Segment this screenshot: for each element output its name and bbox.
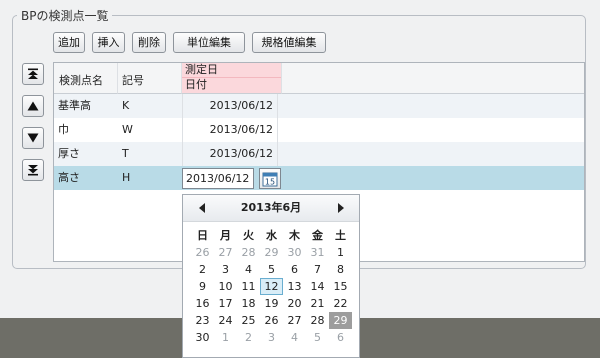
calendar-day[interactable]: 18: [237, 295, 260, 312]
calendar-day[interactable]: 31: [306, 244, 329, 261]
standard-value-edit-button[interactable]: 規格値編集: [252, 32, 326, 53]
calendar-popup[interactable]: 2013年6月 日月火水木金土 26 27 28 29 30 31 1 2 3 4 5 6 7 8 9 10 11…: [182, 194, 360, 358]
calendar-day[interactable]: 11: [237, 278, 260, 295]
calendar-day[interactable]: 4: [237, 261, 260, 278]
calendar-day[interactable]: 1: [214, 329, 237, 346]
column-header-code[interactable]: 記号: [118, 63, 182, 94]
calendar-icon: 15: [262, 172, 278, 186]
weekday-header: 土: [335, 229, 346, 242]
move-bottom-button[interactable]: [22, 159, 44, 181]
calendar-day[interactable]: 4: [283, 329, 306, 346]
weekday-header: 月: [220, 229, 231, 242]
weekday-header: 日: [197, 229, 208, 242]
cell-code: T: [122, 147, 129, 160]
table-row-selected[interactable]: 高さ H: [54, 166, 584, 190]
calendar-day-grid: 日月火水木金土 26 27 28 29 30 31 1 2 3 4 5 6 7 8 9 10 11 12 13 14 15…: [191, 227, 352, 346]
cell-code: H: [122, 171, 131, 184]
calendar-day[interactable]: 16: [191, 295, 214, 312]
insert-button[interactable]: 挿入: [92, 32, 125, 53]
calendar-month-title[interactable]: 2013年6月: [213, 195, 329, 221]
table-row[interactable]: 厚さ T 2013/06/12: [54, 142, 584, 166]
delete-button[interactable]: 削除: [132, 32, 166, 53]
move-down-button[interactable]: [22, 127, 44, 149]
calendar-day[interactable]: 27: [214, 244, 237, 261]
calendar-day[interactable]: 15: [329, 278, 352, 295]
calendar-day[interactable]: 26: [191, 244, 214, 261]
calendar-day[interactable]: 6: [329, 329, 352, 346]
cell-name: 巾: [58, 123, 69, 136]
table-row[interactable]: 基準高 K 2013/06/12: [54, 94, 584, 118]
cell-date: 2013/06/12: [182, 118, 278, 142]
group-title: BPの検測点一覧: [21, 9, 109, 23]
calendar-day[interactable]: 30: [283, 244, 306, 261]
calendar-day[interactable]: 1: [329, 244, 352, 261]
weekday-header: 水: [266, 229, 277, 242]
cell-code: K: [122, 99, 130, 112]
calendar-day[interactable]: 25: [237, 312, 260, 329]
move-top-button[interactable]: [22, 63, 44, 85]
calendar-day[interactable]: 24: [214, 312, 237, 329]
date-input[interactable]: 2013/06/12: [182, 168, 254, 189]
calendar-day[interactable]: 2: [237, 329, 260, 346]
prev-month-button[interactable]: [195, 201, 209, 215]
date-header-top: 測定日: [182, 63, 281, 78]
calendar-day[interactable]: 13: [283, 278, 306, 295]
calendar-dropdown-button[interactable]: 15: [259, 168, 281, 189]
cell-date: 2013/06/12: [182, 94, 278, 118]
calendar-day[interactable]: 29: [260, 244, 283, 261]
calendar-day[interactable]: 12: [260, 278, 283, 295]
calendar-day[interactable]: 14: [306, 278, 329, 295]
calendar-day[interactable]: 2: [191, 261, 214, 278]
cell-code: W: [122, 123, 133, 136]
calendar-day[interactable]: 22: [329, 295, 352, 312]
chevron-left-icon: [199, 203, 205, 213]
column-header-name[interactable]: 検測点名: [54, 63, 118, 94]
cell-name: 基準高: [58, 99, 91, 112]
calendar-day[interactable]: 23: [191, 312, 214, 329]
chevron-right-icon: [338, 203, 344, 213]
calendar-day[interactable]: 27: [283, 312, 306, 329]
column-header-filler: [282, 63, 584, 94]
calendar-day[interactable]: 3: [260, 329, 283, 346]
move-bottom-icon: [28, 165, 38, 176]
calendar-day[interactable]: 5: [260, 261, 283, 278]
next-month-button[interactable]: [334, 201, 348, 215]
calendar-day[interactable]: 6: [283, 261, 306, 278]
calendar-day[interactable]: 8: [329, 261, 352, 278]
cell-date: 2013/06/12: [182, 142, 278, 166]
calendar-day[interactable]: 30: [191, 329, 214, 346]
calendar-icon-day: 15: [265, 177, 275, 186]
weekday-header: 火: [243, 229, 254, 242]
add-button[interactable]: 追加: [53, 32, 85, 53]
calendar-day[interactable]: 20: [283, 295, 306, 312]
move-top-icon: [28, 68, 38, 79]
weekday-header: 金: [312, 229, 323, 242]
calendar-day[interactable]: 29: [329, 312, 352, 329]
calendar-header: 2013年6月: [183, 195, 359, 222]
cell-name: 厚さ: [58, 147, 80, 160]
calendar-day[interactable]: 17: [214, 295, 237, 312]
arrow-up-icon: [27, 101, 39, 111]
unit-edit-button[interactable]: 単位編集: [173, 32, 245, 53]
date-header-bottom: 日付: [182, 78, 281, 93]
calendar-day[interactable]: 19: [260, 295, 283, 312]
cell-name: 高さ: [58, 171, 80, 184]
move-up-button[interactable]: [22, 95, 44, 117]
table-row[interactable]: 巾 W 2013/06/12: [54, 118, 584, 142]
calendar-day[interactable]: 28: [306, 312, 329, 329]
calendar-day[interactable]: 10: [214, 278, 237, 295]
calendar-day[interactable]: 5: [306, 329, 329, 346]
calendar-day[interactable]: 28: [237, 244, 260, 261]
column-header-date[interactable]: 測定日 日付: [182, 63, 282, 94]
calendar-day[interactable]: 7: [306, 261, 329, 278]
calendar-day[interactable]: 26: [260, 312, 283, 329]
arrow-down-icon: [27, 133, 39, 143]
weekday-header: 木: [289, 229, 300, 242]
calendar-day[interactable]: 21: [306, 295, 329, 312]
calendar-day[interactable]: 9: [191, 278, 214, 295]
calendar-day[interactable]: 3: [214, 261, 237, 278]
